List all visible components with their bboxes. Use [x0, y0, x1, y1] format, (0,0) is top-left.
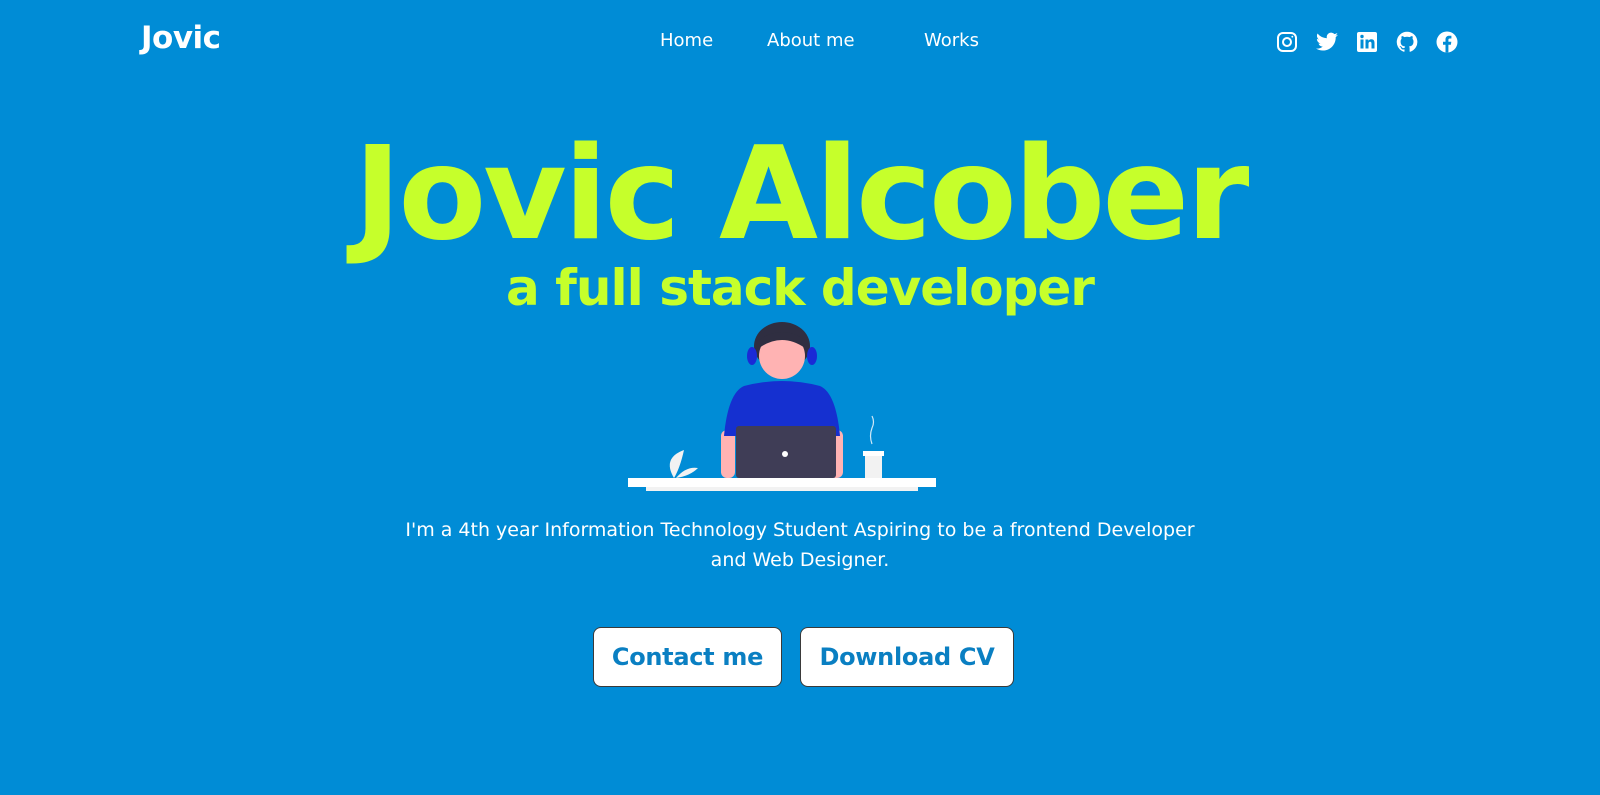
- developer-illustration: [626, 318, 938, 494]
- twitter-icon[interactable]: [1315, 30, 1339, 54]
- contact-me-button[interactable]: Contact me: [593, 627, 782, 687]
- nav-home-link[interactable]: Home: [660, 30, 713, 51]
- hero-title: Jovic Alcober: [353, 120, 1250, 269]
- instagram-icon[interactable]: [1275, 30, 1299, 54]
- hero-subtitle: a full stack developer: [506, 259, 1095, 317]
- navbar: Jovic Home About me Works: [0, 0, 1600, 84]
- facebook-icon[interactable]: [1435, 30, 1459, 54]
- developer-at-desk-icon: [628, 322, 936, 491]
- intro-text: I'm a 4th year Information Technology St…: [405, 519, 1195, 571]
- github-icon[interactable]: [1395, 30, 1419, 54]
- page: Jovic Home About me Works Jovic Alcober …: [0, 0, 1600, 795]
- social-links: [1275, 30, 1459, 54]
- linkedin-icon[interactable]: [1355, 30, 1379, 54]
- nav-about-link[interactable]: About me: [767, 30, 855, 51]
- download-cv-button[interactable]: Download CV: [800, 627, 1014, 687]
- nav-works-link[interactable]: Works: [924, 30, 979, 51]
